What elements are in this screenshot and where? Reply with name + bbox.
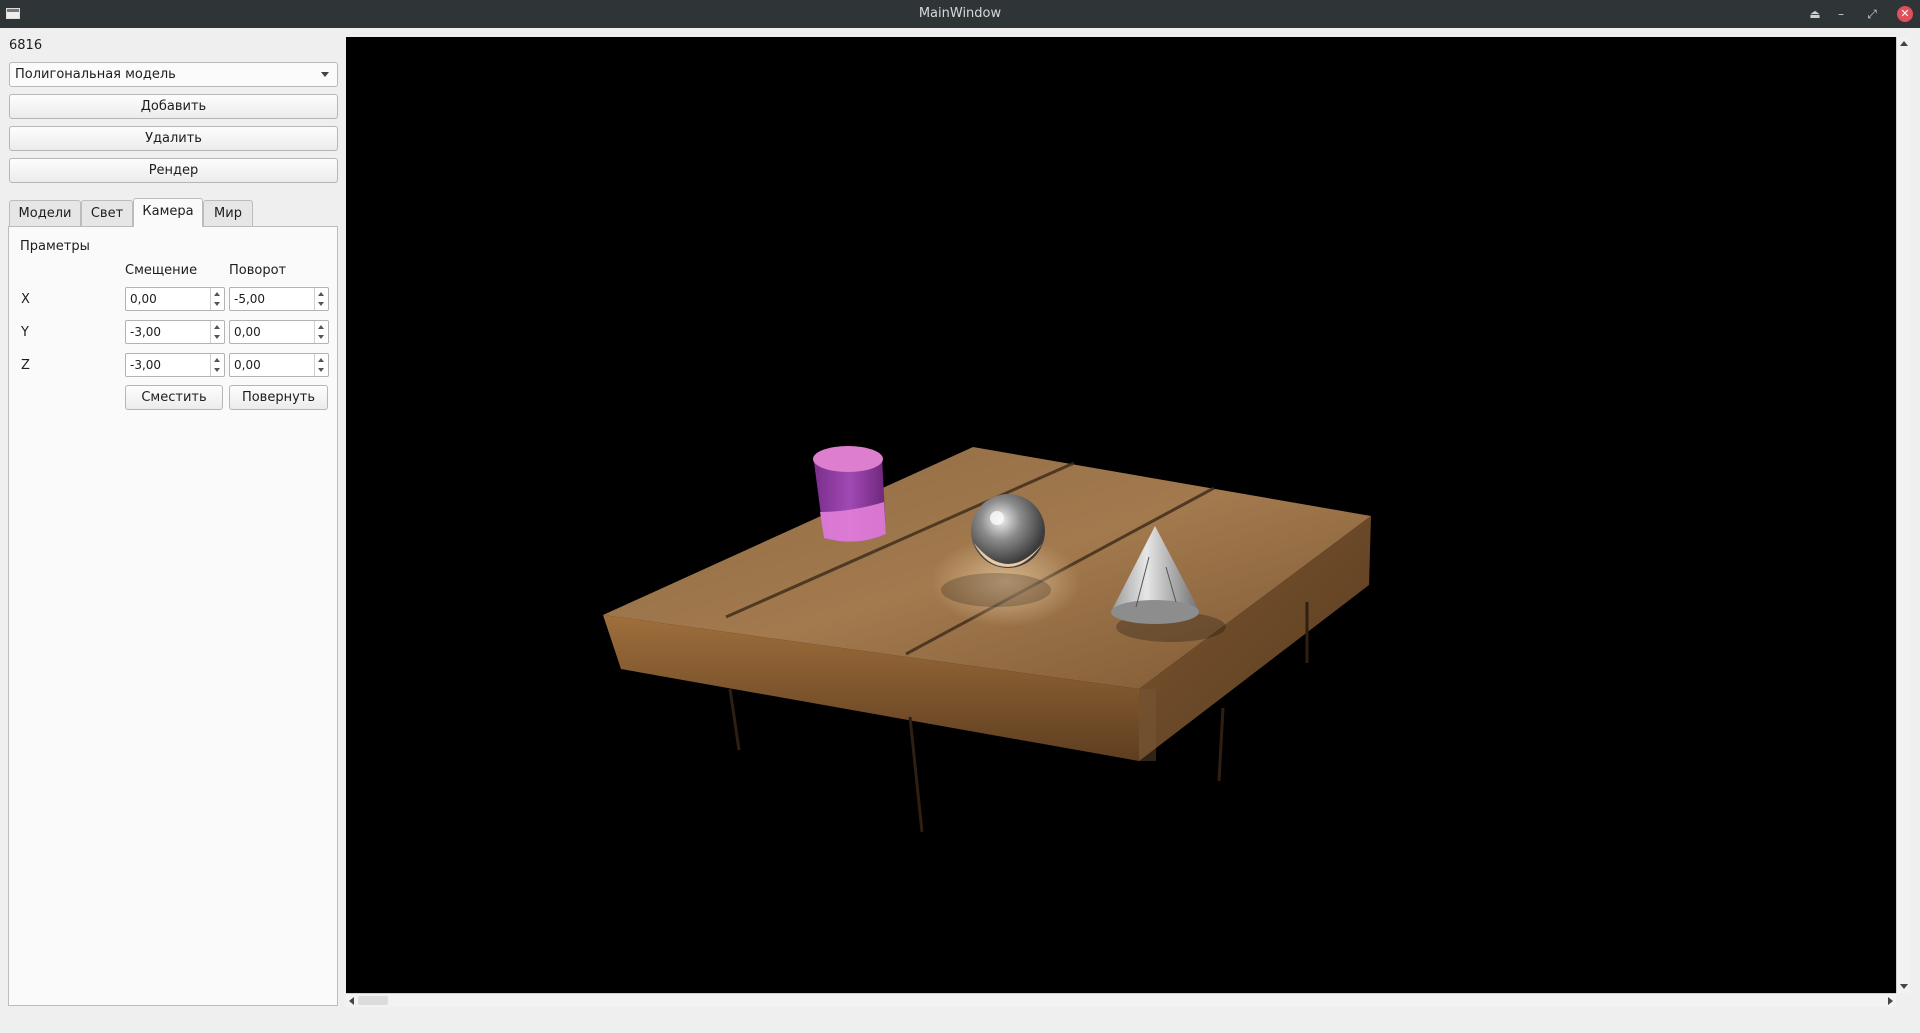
rotation-column-header: Поворот [229, 263, 287, 278]
tab-models[interactable]: Модели [9, 200, 81, 226]
model-type-select[interactable]: Полигональная модель [9, 62, 338, 87]
render-viewport[interactable] [346, 37, 1896, 993]
chevron-down-icon [321, 72, 329, 77]
offset-x-value: 0,00 [130, 292, 157, 306]
minimize-icon[interactable]: – [1832, 5, 1850, 23]
rotation-y-value: 0,00 [234, 325, 261, 339]
spin-arrows-icon[interactable] [314, 288, 328, 310]
scroll-up-icon[interactable] [1900, 41, 1908, 46]
axis-label-z: Z [21, 358, 30, 373]
rotation-x-spinbox[interactable]: -5,00 [229, 287, 329, 311]
eject-icon[interactable]: ⏏ [1806, 5, 1824, 23]
render-button[interactable]: Рендер [9, 158, 338, 183]
title-bar: MainWindow ⏏ – ⤢ ✕ [0, 0, 1920, 28]
scroll-right-icon[interactable] [1888, 997, 1893, 1005]
scroll-down-icon[interactable] [1900, 984, 1908, 989]
rotation-x-value: -5,00 [234, 292, 266, 306]
scene-canvas [603, 446, 1371, 833]
rotation-y-spinbox[interactable]: 0,00 [229, 320, 329, 344]
move-camera-button[interactable]: Сместить [125, 385, 223, 410]
offset-column-header: Смещение [125, 263, 198, 278]
offset-z-spinbox[interactable]: -3,00 [125, 353, 225, 377]
add-button[interactable]: Добавить [9, 94, 338, 119]
scroll-thumb[interactable] [358, 996, 388, 1005]
horizontal-scrollbar[interactable] [346, 993, 1896, 1007]
offset-x-spinbox[interactable]: 0,00 [125, 287, 225, 311]
rotate-camera-button[interactable]: Повернуть [229, 385, 328, 410]
vertical-scrollbar[interactable] [1896, 37, 1910, 993]
scroll-left-icon[interactable] [349, 997, 354, 1005]
rotation-z-value: 0,00 [234, 358, 261, 372]
parameters-group-title: Праметры [20, 239, 90, 254]
window-title: MainWindow [918, 6, 1002, 21]
polygon-counter: 6816 [9, 38, 43, 53]
tab-light[interactable]: Свет [81, 200, 133, 226]
delete-button[interactable]: Удалить [9, 126, 338, 151]
spin-arrows-icon[interactable] [210, 354, 224, 376]
spin-arrows-icon[interactable] [210, 288, 224, 310]
tab-camera[interactable]: Камера [133, 198, 203, 227]
offset-y-spinbox[interactable]: -3,00 [125, 320, 225, 344]
close-icon[interactable]: ✕ [1897, 6, 1913, 22]
axis-label-y: Y [21, 325, 29, 340]
offset-z-value: -3,00 [130, 358, 162, 372]
tab-world[interactable]: Мир [203, 200, 253, 226]
model-type-value: Полигональная модель [15, 67, 176, 82]
rotation-z-spinbox[interactable]: 0,00 [229, 353, 329, 377]
spin-arrows-icon[interactable] [314, 354, 328, 376]
spin-arrows-icon[interactable] [314, 321, 328, 343]
restore-icon[interactable]: ⤢ [1863, 5, 1881, 23]
axis-label-x: X [21, 292, 30, 307]
spin-arrows-icon[interactable] [210, 321, 224, 343]
pink-cylinder [813, 446, 886, 542]
offset-y-value: -3,00 [130, 325, 162, 339]
